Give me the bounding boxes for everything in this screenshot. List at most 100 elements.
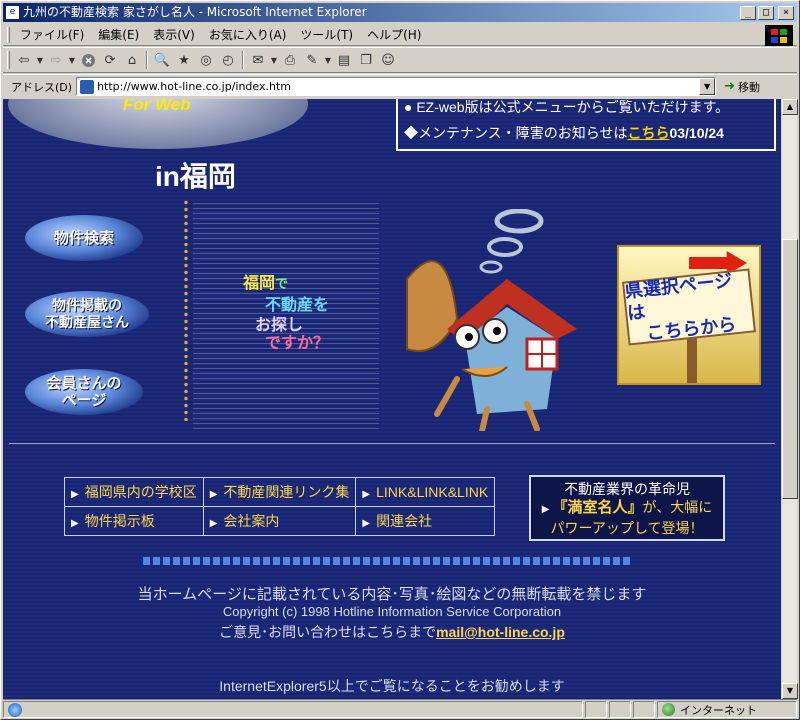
ie-page-icon: e xyxy=(5,5,20,20)
link-link-link-link[interactable]: ▶ LINK&LINK&LINK xyxy=(355,477,496,507)
house-mascot-illustration xyxy=(406,209,577,431)
page-icon xyxy=(80,79,95,94)
footer-recommend: InternetExplorer5以上でご覧になることをお勧めします xyxy=(219,678,565,694)
window-title: 九州の不動産検索 家さがし名人 - Microsoft Internet Exp… xyxy=(23,5,367,19)
forward-dropdown-icon[interactable]: ▼ xyxy=(67,50,77,70)
banner-sign: 県選択ページは こちらから xyxy=(622,268,756,346)
ie-icon xyxy=(8,702,22,717)
link-school-districts[interactable]: ▶ 福岡県内の学校区 xyxy=(64,477,204,507)
page-content: For Web ● EZ-web版は公式メニューからご覧いただけます。 ◆メンテ… xyxy=(3,99,781,699)
close-button[interactable]: × xyxy=(778,5,794,20)
address-input[interactable]: http://www.hot-line.co.jp/index.htm ▼ xyxy=(76,77,717,96)
edit-dropdown-icon[interactable]: ▼ xyxy=(323,50,333,70)
research-icon[interactable]: ❐ xyxy=(355,50,377,70)
back-icon[interactable]: ⇦ xyxy=(13,50,35,70)
link-company-info[interactable]: ▶ 会社案内 xyxy=(202,506,357,536)
minimize-button[interactable]: _ xyxy=(740,5,756,20)
horizontal-divider xyxy=(9,443,775,445)
edit-icon[interactable]: ✎ xyxy=(301,50,323,70)
menu-view[interactable]: 表示(V) xyxy=(146,26,202,43)
maintenance-notice: ◆メンテナンス・障害のお知らせはこちら03/10/24 xyxy=(404,123,768,143)
scroll-down-icon[interactable]: ▼ xyxy=(782,683,798,699)
link-table: ▶ 福岡県内の学校区 ▶ 不動産関連リンク集 ▶ LINK&LINK&LINK ▶ 物件… xyxy=(64,477,496,536)
prefecture-select-banner[interactable]: 県選択ページは こちらから xyxy=(617,245,761,385)
go-button[interactable]: ➜ 移動 xyxy=(724,79,760,95)
go-arrow-icon: ➜ xyxy=(724,79,735,94)
toolbar-separator xyxy=(242,51,244,69)
search-icon[interactable]: 🔍 xyxy=(151,50,173,70)
status-bar: インターネット xyxy=(3,699,797,719)
vertical-scrollbar[interactable]: ▲ ▼ xyxy=(781,99,798,699)
address-label: アドレス(D) xyxy=(11,80,73,94)
maintenance-prefix: ◆メンテナンス・障害のお知らせは xyxy=(404,125,628,141)
listing-agents-button[interactable]: 物件掲載の 不動産屋さん xyxy=(25,291,149,337)
dotted-divider xyxy=(183,199,189,421)
footer-notice: 当ホームページに記載されている内容･写真･絵図などの無断転載を禁じます xyxy=(137,586,647,603)
triangle-icon: ▶ xyxy=(71,489,79,500)
mail-icon[interactable]: ✉ xyxy=(247,50,269,70)
mail-dropdown-icon[interactable]: ▼ xyxy=(269,50,279,70)
ezweb-notice: ● EZ-web版は公式メニューからご覧いただけます。 xyxy=(404,99,730,115)
address-dropdown-icon[interactable]: ▼ xyxy=(699,78,716,95)
footer-copyright: Copyright (c) 1998 Hotline Information S… xyxy=(222,604,562,619)
status-cell xyxy=(585,701,607,718)
banner-line2: ▶ 『満室名人』が、大幅に xyxy=(541,499,713,516)
property-search-button[interactable]: 物件検索 xyxy=(25,215,143,261)
region-heading: in福岡 xyxy=(155,161,236,192)
footer-contact: ご意見･お問い合わせはこちらまでmail@hot-line.co.jp xyxy=(3,622,781,642)
history-icon[interactable]: ◴ xyxy=(217,50,239,70)
forward-icon[interactable]: ⇨ xyxy=(45,50,67,70)
menu-bar: ファイル(F) 編集(E) 表示(V) お気に入り(A) ツール(T) ヘルプ(… xyxy=(3,24,797,46)
zone-label: インターネット xyxy=(680,703,757,717)
scroll-up-icon[interactable]: ▲ xyxy=(782,99,798,115)
contact-prefix: ご意見･お問い合わせはこちらまで xyxy=(219,624,437,640)
maintenance-link[interactable]: こちら xyxy=(627,125,669,141)
go-label: 移動 xyxy=(737,80,760,94)
toolbar-grip[interactable] xyxy=(7,51,10,69)
home-icon[interactable]: ⌂ xyxy=(121,50,143,70)
member-page-button[interactable]: 会員さんの ページ xyxy=(25,369,143,415)
nav-label: 物件検索 xyxy=(53,229,114,247)
toolbar-separator xyxy=(146,51,148,69)
stop-icon[interactable] xyxy=(77,50,99,70)
back-dropdown-icon[interactable]: ▼ xyxy=(35,50,45,70)
nav-label: 物件掲載の 不動産屋さん xyxy=(45,297,129,330)
link-affiliates[interactable]: ▶ 関連会社 xyxy=(355,506,496,536)
triangle-icon: ▶ xyxy=(209,518,218,529)
maximize-button[interactable]: □ xyxy=(758,5,774,20)
nav-label: 会員さんの ページ xyxy=(46,375,122,409)
menu-file[interactable]: ファイル(F) xyxy=(13,26,91,43)
standard-toolbar: ⇦ ▼ ⇨ ▼ ⟳ ⌂ 🔍 ★ ◎ ◴ ✉ ▼ ⎙ ✎ ▼ ▤ ❐ ☺ xyxy=(3,47,797,73)
messenger-icon[interactable]: ☺ xyxy=(377,50,399,70)
link-realestate-links[interactable]: ▶ 不動産関連リンク集 xyxy=(202,477,357,507)
fukuoka-line4: ですか？ xyxy=(265,335,330,352)
menu-edit[interactable]: 編集(E) xyxy=(91,26,146,43)
security-zone: インターネット xyxy=(657,701,797,718)
scroll-thumb[interactable] xyxy=(782,239,798,499)
menu-favorites[interactable]: お気に入り(A) xyxy=(202,26,294,43)
banner-line1: 不動産業界の革命児 xyxy=(564,481,690,497)
favorites-icon[interactable]: ★ xyxy=(173,50,195,70)
link-row: ▶ 物件掲示板 ▶ 会社案内 ▶ 関連会社 xyxy=(64,506,496,536)
menu-tools[interactable]: ツール(T) xyxy=(293,26,360,43)
title-bar: e 九州の不動産検索 家さがし名人 - Microsoft Internet E… xyxy=(3,3,797,22)
triangle-icon: ▶ xyxy=(362,489,371,500)
triangle-icon: ▶ xyxy=(541,504,550,515)
wave-divider xyxy=(143,557,633,565)
address-url[interactable]: http://www.hot-line.co.jp/index.htm xyxy=(97,80,699,93)
menu-help[interactable]: ヘルプ(H) xyxy=(360,26,428,43)
link-row: ▶ 福岡県内の学校区 ▶ 不動産関連リンク集 ▶ LINK&LINK&LINK xyxy=(64,477,496,507)
refresh-icon[interactable]: ⟳ xyxy=(99,50,121,70)
triangle-icon: ▶ xyxy=(71,518,79,529)
link-bulletin-board[interactable]: ▶ 物件掲示板 xyxy=(64,506,204,536)
discuss-icon[interactable]: ▤ xyxy=(333,50,355,70)
print-icon[interactable]: ⎙ xyxy=(279,50,301,70)
windows-logo-icon xyxy=(765,25,793,46)
status-cell xyxy=(609,701,631,718)
email-link[interactable]: mail@hot-line.co.jp xyxy=(436,624,565,640)
manshitsu-meijin-banner[interactable]: 不動産業界の革命児 ▶ 『満室名人』が、大幅に パワーアップして登場！ xyxy=(529,475,725,541)
media-icon[interactable]: ◎ xyxy=(195,50,217,70)
banner-line3: パワーアップして登場！ xyxy=(550,520,704,536)
status-text-panel xyxy=(3,701,583,718)
toolbar-grip[interactable] xyxy=(7,26,10,43)
